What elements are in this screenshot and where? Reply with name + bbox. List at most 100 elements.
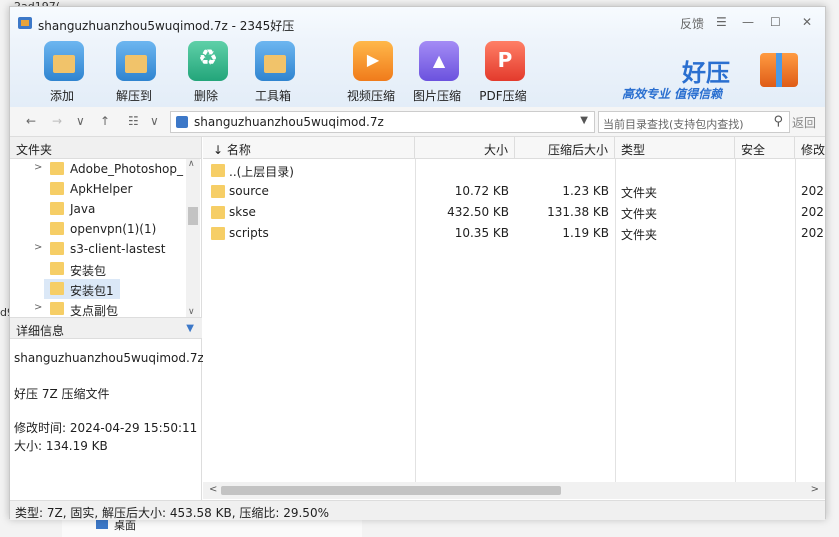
add-button[interactable]: 添加 bbox=[28, 41, 96, 107]
file-type: 文件夹 bbox=[621, 186, 658, 200]
column-name-label: 名称 bbox=[226, 143, 251, 157]
tree-item[interactable]: Java bbox=[10, 199, 186, 219]
back-arrow-icon[interactable]: ← bbox=[26, 114, 36, 128]
video-compress-label: 视频压缩 bbox=[346, 89, 395, 103]
column-type[interactable]: 类型 bbox=[615, 137, 735, 159]
column-modified[interactable]: 修改时 bbox=[795, 137, 825, 159]
expand-arrow-icon[interactable]: > bbox=[34, 162, 42, 173]
search-placeholder: 当前目录查找(支持包内查找) bbox=[603, 118, 744, 131]
search-icon[interactable]: ⚲ bbox=[773, 114, 783, 129]
sort-arrow-icon: ↓ bbox=[213, 143, 224, 157]
details-title: 详细信息 bbox=[16, 324, 65, 338]
close-icon[interactable]: ✕ bbox=[802, 15, 812, 29]
minimize-icon[interactable]: — bbox=[742, 15, 754, 29]
video-compress-button[interactable]: 视频压缩 bbox=[337, 41, 405, 107]
details-header[interactable]: 详细信息 ▼ bbox=[10, 317, 202, 339]
video-compress-icon bbox=[353, 41, 393, 81]
folder-icon bbox=[50, 162, 64, 175]
detail-size: 大小: 134.19 KB bbox=[14, 439, 108, 453]
status-bar: 类型: 7Z, 固实, 解压后大小: 453.58 KB, 压缩比: 29.50… bbox=[10, 500, 825, 520]
image-compress-button[interactable]: 图片压缩 bbox=[403, 41, 471, 107]
scroll-thumb[interactable] bbox=[188, 207, 198, 225]
path-text: shanguzhuanzhou5wuqimod.7z bbox=[194, 115, 384, 129]
tree-item-label: 安装包 bbox=[70, 264, 107, 278]
path-field[interactable]: shanguzhuanzhou5wuqimod.7z ▼ bbox=[170, 111, 595, 133]
address-bar: ← → ∨ ↑ ☷ ∨ shanguzhuanzhou5wuqimod.7z ▼… bbox=[10, 107, 825, 137]
image-compress-label: 图片压缩 bbox=[412, 89, 461, 103]
image-compress-icon bbox=[419, 41, 459, 81]
table-row[interactable]: skse 432.50 KB 131.38 KB 文件夹 2021- bbox=[203, 202, 825, 223]
tree-item[interactable]: > 支点副包 bbox=[10, 299, 186, 317]
tree-item-label: s3-client-lastest bbox=[70, 242, 166, 256]
column-packed-size[interactable]: 压缩后大小 bbox=[515, 137, 615, 159]
table-row-parent[interactable]: ..(上层目录) bbox=[203, 160, 825, 181]
up-folder-icon[interactable]: ↑ bbox=[100, 114, 110, 128]
column-name[interactable]: ↓ 名称 bbox=[203, 137, 415, 159]
brand-banner[interactable]: 好压 高效专业 值得信赖 bbox=[622, 53, 812, 103]
brand-name: 好压 bbox=[682, 59, 730, 87]
delete-recycle-icon bbox=[188, 41, 228, 81]
expand-arrow-icon[interactable]: > bbox=[34, 242, 42, 253]
toolbox-button[interactable]: 工具箱 bbox=[239, 41, 307, 107]
scroll-right-icon[interactable]: > bbox=[811, 484, 819, 495]
tree-item-label: ApkHelper bbox=[70, 182, 133, 196]
tree-item[interactable]: 安装包 bbox=[10, 259, 186, 279]
file-size: 10.72 KB bbox=[454, 184, 509, 198]
tree-item-label: 支点副包 bbox=[70, 304, 119, 317]
extract-to-button[interactable]: 解压到 bbox=[100, 41, 168, 107]
scroll-down-icon[interactable]: ∨ bbox=[188, 307, 195, 317]
tree-item-selected[interactable]: 安装包1 bbox=[44, 279, 120, 299]
file-modified: 2021- bbox=[801, 184, 825, 198]
detail-type: 好压 7Z 压缩文件 bbox=[14, 387, 110, 401]
history-dropdown-icon[interactable]: ∨ bbox=[76, 114, 85, 128]
column-security[interactable]: 安全 bbox=[735, 137, 795, 159]
table-row[interactable]: scripts 10.35 KB 1.19 KB 文件夹 2021- bbox=[203, 223, 825, 244]
pdf-compress-button[interactable]: PDF压缩 bbox=[469, 41, 537, 107]
view-mode-icon[interactable]: ☷ bbox=[128, 114, 139, 128]
maximize-icon[interactable]: ☐ bbox=[770, 15, 781, 29]
file-packed-size: 1.23 KB bbox=[562, 184, 609, 198]
tree-item-label: Java bbox=[70, 202, 96, 216]
toolbox-label: 工具箱 bbox=[254, 89, 291, 103]
folder-icon bbox=[211, 185, 225, 198]
tree-scrollbar[interactable]: ∧ ∨ bbox=[186, 159, 200, 317]
folder-icon bbox=[50, 182, 64, 195]
file-list: ↓ 名称 大小 压缩后大小 类型 安全 修改时 ..(上层目录) source … bbox=[203, 137, 825, 487]
view-dropdown-icon[interactable]: ∨ bbox=[150, 114, 159, 128]
file-name: scripts bbox=[229, 226, 269, 240]
scroll-thumb[interactable] bbox=[221, 486, 561, 495]
file-size: 10.35 KB bbox=[454, 226, 509, 240]
forward-arrow-icon[interactable]: → bbox=[52, 114, 62, 128]
haozip-window: shanguzhuanzhou5wuqimod.7z - 2345好压 反馈 ☰… bbox=[9, 6, 826, 520]
file-modified: 2021- bbox=[801, 226, 825, 240]
tree-item[interactable]: > Adobe_Photoshop_ bbox=[10, 159, 186, 179]
path-dropdown-icon[interactable]: ▼ bbox=[580, 115, 588, 126]
title-bar: shanguzhuanzhou5wuqimod.7z - 2345好压 反馈 ☰… bbox=[10, 7, 825, 41]
menu-icon[interactable]: ☰ bbox=[716, 15, 727, 29]
tree-item[interactable]: > s3-client-lastest bbox=[10, 239, 186, 259]
column-header-row: ↓ 名称 大小 压缩后大小 类型 安全 修改时 bbox=[203, 137, 825, 159]
scroll-up-icon[interactable]: ∧ bbox=[188, 159, 195, 169]
delete-button[interactable]: 删除 bbox=[172, 41, 240, 107]
return-button[interactable]: 返回 bbox=[792, 114, 816, 131]
pdf-compress-icon bbox=[485, 41, 525, 81]
feedback-button[interactable]: 反馈 bbox=[680, 15, 704, 32]
tree-item-label: Adobe_Photoshop_ bbox=[70, 162, 184, 176]
horizontal-scrollbar[interactable]: < > bbox=[203, 482, 825, 499]
detail-filename: shanguzhuanzhou5wuqimod.7z bbox=[14, 351, 204, 365]
tree-item[interactable]: openvpn(1)(1) bbox=[10, 219, 186, 239]
scroll-left-icon[interactable]: < bbox=[209, 484, 217, 495]
folder-icon bbox=[211, 206, 225, 219]
toolbox-icon bbox=[255, 41, 295, 81]
expand-arrow-icon[interactable]: > bbox=[34, 302, 42, 313]
table-row[interactable]: source 10.72 KB 1.23 KB 文件夹 2021- bbox=[203, 181, 825, 202]
column-size[interactable]: 大小 bbox=[415, 137, 515, 159]
tree-item[interactable]: ApkHelper bbox=[10, 179, 186, 199]
file-packed-size: 131.38 KB bbox=[547, 205, 609, 219]
folder-icon bbox=[211, 227, 225, 240]
collapse-icon[interactable]: ▼ bbox=[186, 323, 194, 334]
folder-icon bbox=[50, 262, 64, 275]
folder-icon bbox=[50, 202, 64, 215]
search-input[interactable]: 当前目录查找(支持包内查找) ⚲ bbox=[598, 111, 790, 133]
folder-icon bbox=[50, 302, 64, 315]
